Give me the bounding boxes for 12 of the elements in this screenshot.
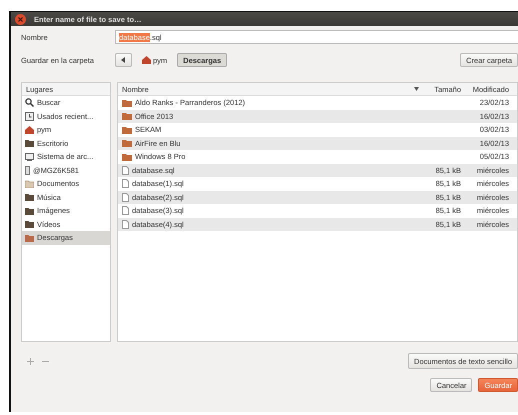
back-icon <box>121 57 126 63</box>
download-folder-icon <box>25 234 34 242</box>
clock-icon <box>25 112 34 121</box>
path-back-button[interactable] <box>115 53 132 67</box>
plus-icon <box>27 358 34 364</box>
close-icon[interactable] <box>15 14 26 24</box>
folder-icon <box>25 139 34 148</box>
home-folder-icon <box>142 56 151 64</box>
home-folder-icon <box>25 126 34 134</box>
sort-arrow-icon <box>414 87 419 91</box>
document-folder-icon <box>25 180 34 188</box>
search-icon <box>25 98 34 108</box>
